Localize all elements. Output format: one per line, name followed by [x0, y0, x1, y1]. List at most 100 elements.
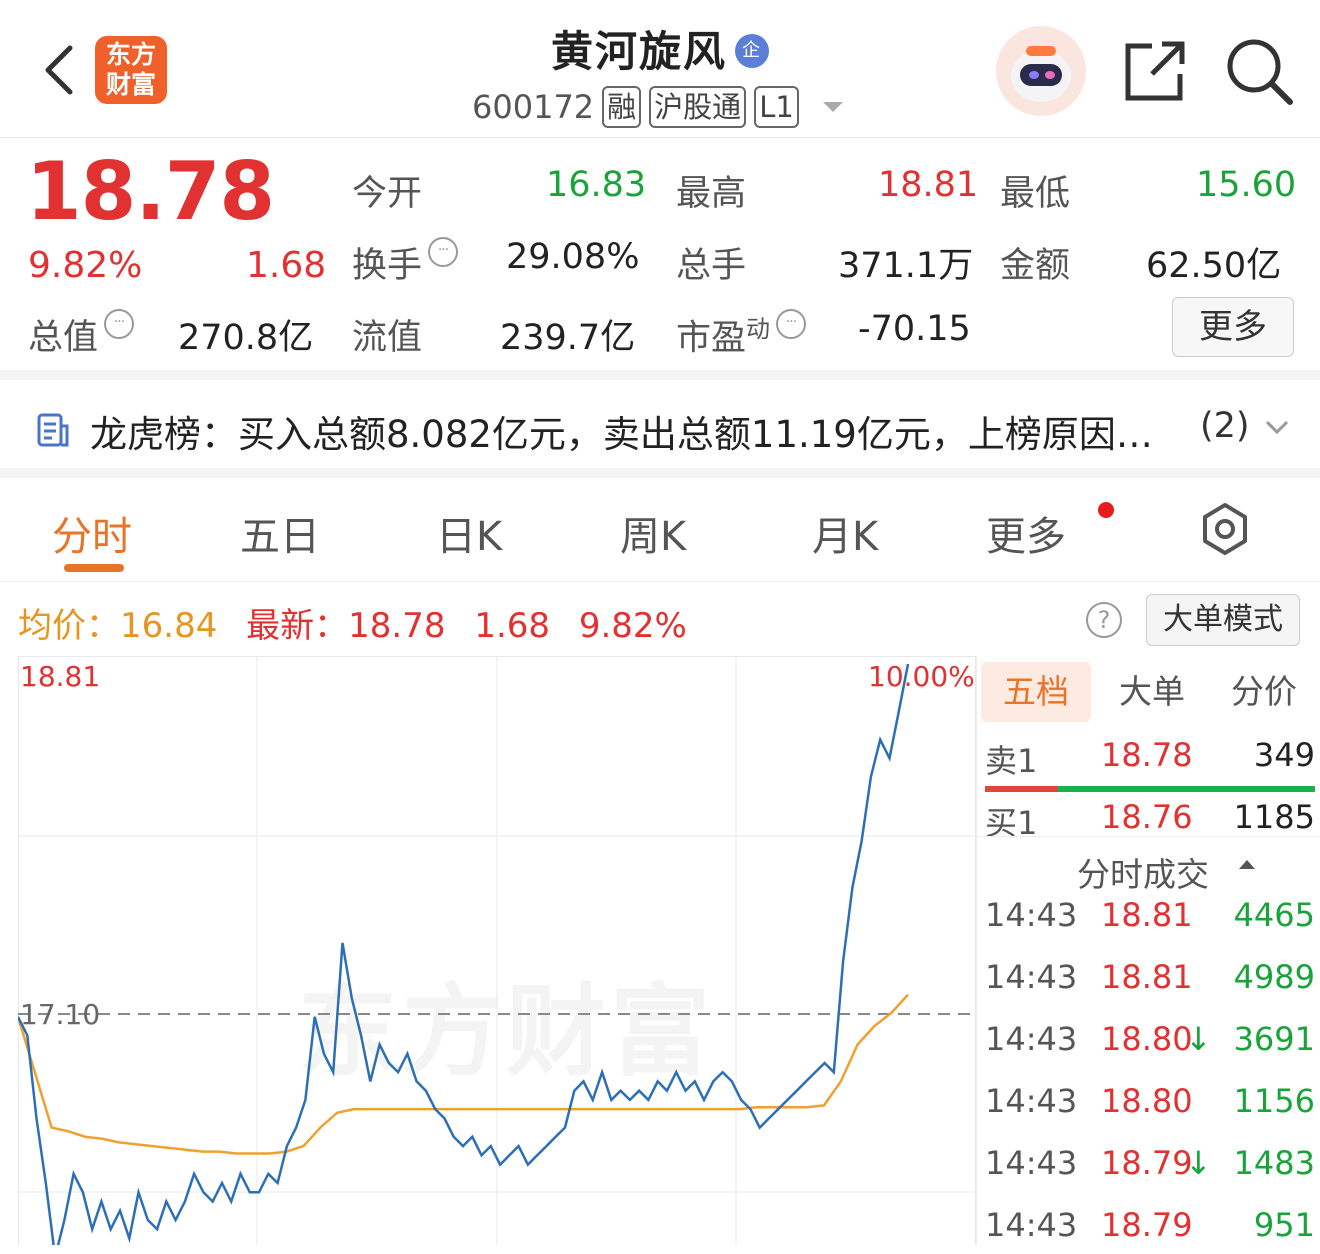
- tick-price: 18.81: [1101, 958, 1193, 996]
- turnover-value: 29.08%: [506, 237, 640, 277]
- tick-row: 14:43 18.79 951: [985, 1206, 1315, 1254]
- tick-time: 14:43: [985, 1020, 1078, 1058]
- tick-time: 14:43: [985, 896, 1078, 934]
- caret-up-icon[interactable]: [1239, 860, 1255, 869]
- latest-pct: 9.82%: [578, 606, 687, 646]
- ticks-title[interactable]: 分时成交: [1077, 848, 1209, 896]
- chevron-down-icon[interactable]: [1264, 418, 1290, 436]
- high-label: 最高: [676, 174, 747, 214]
- pe-value: -70.15: [858, 309, 971, 349]
- tick-row: 14:43 18.80 1156: [985, 1082, 1315, 1130]
- pe-label[interactable]: 市盈动 ···: [676, 309, 807, 361]
- order-book-tabs: 五档 大单 分价: [981, 662, 1313, 722]
- gear-icon[interactable]: [1198, 502, 1252, 556]
- tab-five-day[interactable]: 五日: [240, 504, 320, 562]
- market-cap-label[interactable]: 总值 ···: [28, 309, 135, 360]
- info-dots-icon[interactable]: ···: [428, 237, 459, 267]
- info-dots-icon[interactable]: ···: [104, 309, 135, 339]
- chart-max-label: 18.81: [20, 660, 101, 693]
- more-button[interactable]: 更多: [1172, 297, 1294, 357]
- quote-panel: 18.78 9.82% 1.68 今开 16.83 最高 18.81 最低 15…: [0, 139, 1320, 380]
- tick-row: 14:43 18.81 4989: [985, 958, 1315, 1006]
- chevron-down-icon[interactable]: [822, 102, 843, 112]
- level-tag: L1: [754, 86, 799, 128]
- tab-daily-k[interactable]: 日K: [436, 504, 502, 562]
- avg-value: 16.84: [120, 606, 218, 646]
- tick-volume: 1483: [1233, 1144, 1315, 1182]
- big-order-mode-button[interactable]: 大单模式: [1146, 594, 1300, 646]
- enterprise-badge: 企: [735, 33, 769, 68]
- tick-time: 14:43: [985, 958, 1078, 996]
- intraday-chart[interactable]: [18, 656, 976, 1245]
- change-percent: 9.82%: [28, 245, 143, 286]
- dragon-tiger-count: (2): [1200, 406, 1250, 446]
- buy-1-price: 18.76: [1101, 798, 1193, 836]
- tab-big-orders[interactable]: 大单: [1097, 662, 1207, 722]
- divider: [977, 836, 1320, 837]
- tick-time: 14:43: [985, 1082, 1078, 1120]
- tick-price: 18.81: [1101, 896, 1193, 934]
- amount-label: 金额: [1000, 246, 1071, 286]
- float-cap-value: 239.7亿: [500, 318, 636, 358]
- volume-label: 总手: [676, 246, 747, 286]
- sell-1-volume: 349: [1253, 736, 1315, 774]
- amount-value: 62.50亿: [1146, 246, 1282, 286]
- stock-name: 黄河旋风: [550, 27, 727, 76]
- help-icon[interactable]: ?: [1086, 602, 1122, 638]
- tick-direction-icon: ↓: [1185, 1020, 1212, 1058]
- sell-1-price: 18.78: [1101, 736, 1193, 774]
- buy-1-label: 买1: [985, 804, 1038, 842]
- volume-value: 371.1万: [838, 246, 974, 286]
- tab-intraday[interactable]: 分时: [52, 504, 132, 562]
- price-info-row: 均价：16.84 最新：18.78 1.68 9.82%: [18, 598, 687, 647]
- tick-row: 14:43 18.81 4465: [985, 896, 1315, 944]
- avg-label: 均价：: [18, 606, 120, 646]
- order-book-panel: 五档 大单 分价 卖1 18.78 349 买1 18.76 1185 分时成交…: [976, 656, 1320, 1245]
- buy-1-row: 买1 18.76 1185: [985, 798, 1315, 846]
- tick-volume: 951: [1253, 1206, 1315, 1244]
- low-value: 15.60: [1196, 165, 1297, 205]
- turnover-label[interactable]: 换手 ···: [352, 237, 459, 288]
- tick-row: 14:43 18.80 ↓ 3691: [985, 1020, 1315, 1068]
- stock-subtitle[interactable]: 600172 融 沪股通 L1: [472, 84, 843, 130]
- tab-five-levels[interactable]: 五档: [981, 662, 1091, 722]
- chart-max-pct-label: 10.00%: [868, 660, 975, 693]
- tab-weekly-k[interactable]: 周K: [620, 504, 686, 562]
- tick-price: 18.79: [1101, 1144, 1193, 1182]
- current-price: 18.78: [26, 145, 275, 238]
- buy-sell-ratio-bar: [985, 786, 1315, 792]
- latest-value: 18.78: [348, 606, 446, 646]
- change-amount: 1.68: [246, 245, 327, 286]
- tick-time: 14:43: [985, 1144, 1078, 1182]
- tab-price-distribution[interactable]: 分价: [1209, 662, 1319, 722]
- tick-volume: 4465: [1233, 896, 1315, 934]
- info-dots-icon[interactable]: ···: [776, 309, 807, 339]
- tick-time: 14:43: [985, 1206, 1078, 1244]
- dragon-tiger-text: 龙虎榜：买入总额8.082亿元，卖出总额11.19亿元，上榜原因…: [90, 413, 1153, 456]
- search-icon[interactable]: [1224, 36, 1294, 106]
- stock-code: 600172: [472, 88, 595, 126]
- chart-tabs: 分时 五日 日K 周K 月K 更多: [0, 478, 1320, 582]
- assistant-robot-icon[interactable]: [996, 26, 1086, 116]
- dragon-tiger-bar[interactable]: 龙虎榜：买入总额8.082亿元，卖出总额11.19亿元，上榜原因… (2): [0, 380, 1320, 478]
- header: 东方 财富 黄河旋风企 600172 融 沪股通 L1: [0, 0, 1320, 138]
- notification-dot: [1098, 502, 1114, 518]
- tick-volume: 3691: [1233, 1020, 1315, 1058]
- tick-price: 18.80: [1101, 1020, 1193, 1058]
- margin-tag: 融: [602, 86, 642, 128]
- chart-prev-close-label: 17.10: [20, 998, 101, 1031]
- tick-price: 18.79: [1101, 1206, 1193, 1244]
- tab-more[interactable]: 更多: [986, 504, 1066, 562]
- tab-active-indicator: [64, 564, 124, 572]
- price-line: [18, 663, 910, 1245]
- buy-1-volume: 1185: [1233, 798, 1315, 836]
- sell-ratio-fill: [985, 786, 1058, 792]
- share-icon[interactable]: [1122, 38, 1188, 104]
- tick-row: 14:43 18.79 ↓ 1483: [985, 1144, 1315, 1192]
- tick-volume: 1156: [1233, 1082, 1315, 1120]
- tab-monthly-k[interactable]: 月K: [812, 504, 878, 562]
- connect-tag: 沪股通: [649, 86, 747, 128]
- avg-price-line: [18, 993, 909, 1155]
- low-label: 最低: [1000, 174, 1071, 214]
- tick-volume: 4989: [1233, 958, 1315, 996]
